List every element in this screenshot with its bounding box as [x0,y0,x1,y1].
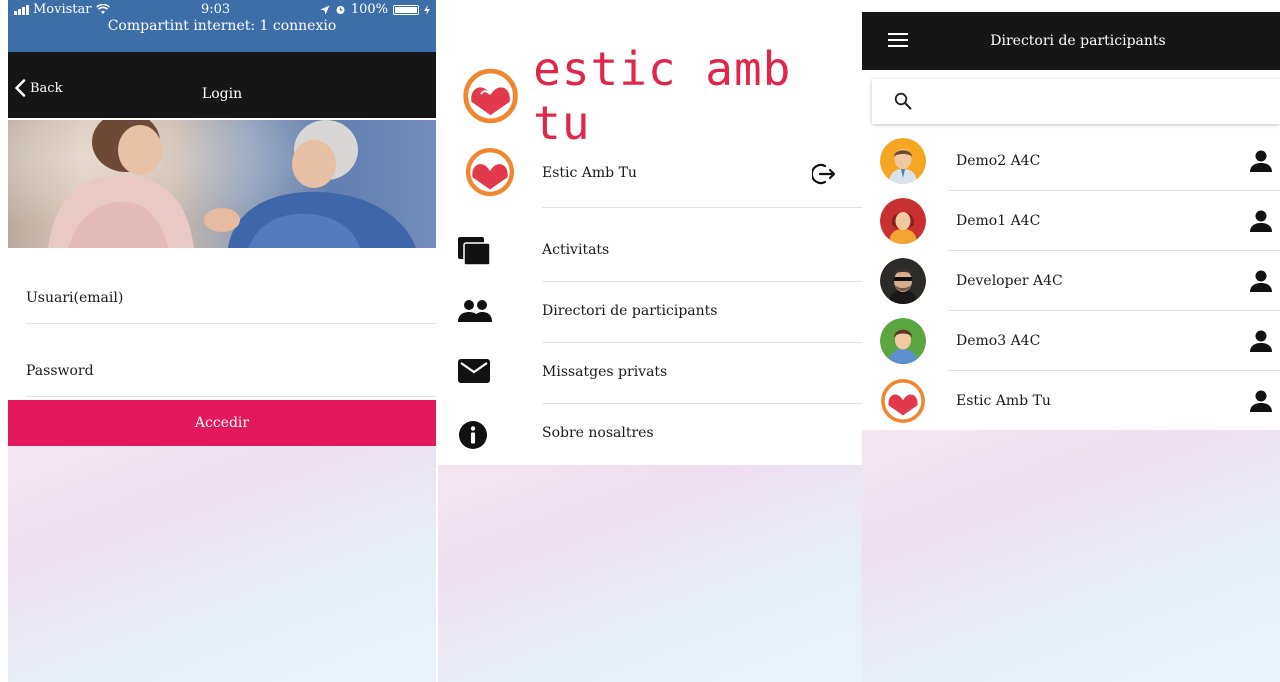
status-right-group: 100% [320,2,430,17]
search-bar [872,79,1280,124]
page-title: Login [201,86,243,102]
person-icon[interactable] [1248,268,1274,294]
participant-row[interactable]: Demo3 A4C [862,311,1280,371]
search-input[interactable] [928,91,1268,107]
profile-row: Estic Amb Tu [438,138,862,214]
background-gradient [438,465,862,682]
battery-icon [393,4,419,15]
email-field-wrap [8,276,436,324]
participant-row[interactable]: Demo1 A4C [862,191,1280,251]
wifi-icon [95,4,110,14]
carrier-label: Movistar [33,2,92,17]
info-icon [459,421,487,449]
menu-screen: estic amb tu Estic Amb Tu Activitats Dir… [438,0,862,682]
status-bar: Movistar 9:03 100% Compartint internet: … [8,0,436,52]
app-bar: Directori de participants [862,12,1280,70]
menu-item-activitats[interactable]: Activitats [438,220,862,282]
man-avatar-icon [880,138,926,184]
stacked-squares-icon [458,237,490,265]
login-screen: Movistar 9:03 100% Compartint internet: … [8,0,436,682]
participant-name: Estic Amb Tu [956,393,1051,409]
background-gradient [8,446,436,682]
email-field[interactable] [26,290,424,306]
logo-avatar-icon [880,378,926,424]
woman-green-avatar-icon [880,318,926,364]
menu-item-missatges[interactable]: Missatges privats [438,342,862,404]
person-icon[interactable] [1248,388,1274,414]
background-gradient [862,430,1280,682]
carrier-group: Movistar [14,2,110,17]
menu-item-sobre[interactable]: Sobre nosaltres [438,403,862,465]
page-title: Directori de participants [990,33,1166,49]
mail-icon [458,359,490,383]
people-icon [458,300,492,322]
location-arrow-icon [320,5,330,14]
participant-row[interactable]: Demo2 A4C [862,131,1280,191]
participant-row[interactable]: Developer A4C [862,251,1280,311]
hotspot-banner[interactable]: Compartint internet: 1 connexio [8,18,436,34]
divider [26,396,436,397]
participant-name: Demo1 A4C [956,213,1041,229]
menu-item-label: Activitats [542,242,610,258]
login-button[interactable]: Accedir [8,400,436,446]
password-field[interactable] [26,363,424,379]
directory-screen: Directori de participants Demo2 A4C Demo… [862,0,1280,682]
clock: 9:03 [201,2,231,17]
woman-red-avatar-icon [880,198,926,244]
participant-name: Demo2 A4C [956,153,1041,169]
nav-bar: Back Login [8,52,436,118]
search-icon [894,92,912,110]
person-icon[interactable] [1248,328,1274,354]
logo-text: estic amb tu [533,42,792,150]
person-icon[interactable] [1248,208,1274,234]
charging-icon [424,4,430,15]
app-logo: estic amb tu [460,42,862,150]
participant-row[interactable]: Estic Amb Tu [862,371,1280,431]
menu-item-label: Missatges privats [542,364,668,380]
menu-item-label: Sobre nosaltres [542,425,654,441]
profile-name: Estic Amb Tu [542,165,637,181]
menu-item-directori[interactable]: Directori de participants [438,281,862,343]
password-field-wrap [8,349,436,397]
participant-name: Demo3 A4C [956,333,1041,349]
hands-heart-logo-icon [463,68,518,124]
person-icon[interactable] [1248,148,1274,174]
battery-percent: 100% [350,2,388,17]
developer-avatar-icon [880,258,926,304]
participant-name: Developer A4C [956,273,1063,289]
menu-item-label: Directori de participants [542,303,718,319]
logout-icon[interactable] [812,162,836,186]
divider [26,323,436,324]
divider [542,207,862,208]
hero-photo [8,120,436,248]
profile-avatar-icon [465,147,515,197]
alarm-icon [336,6,345,14]
signal-icon [14,4,29,15]
